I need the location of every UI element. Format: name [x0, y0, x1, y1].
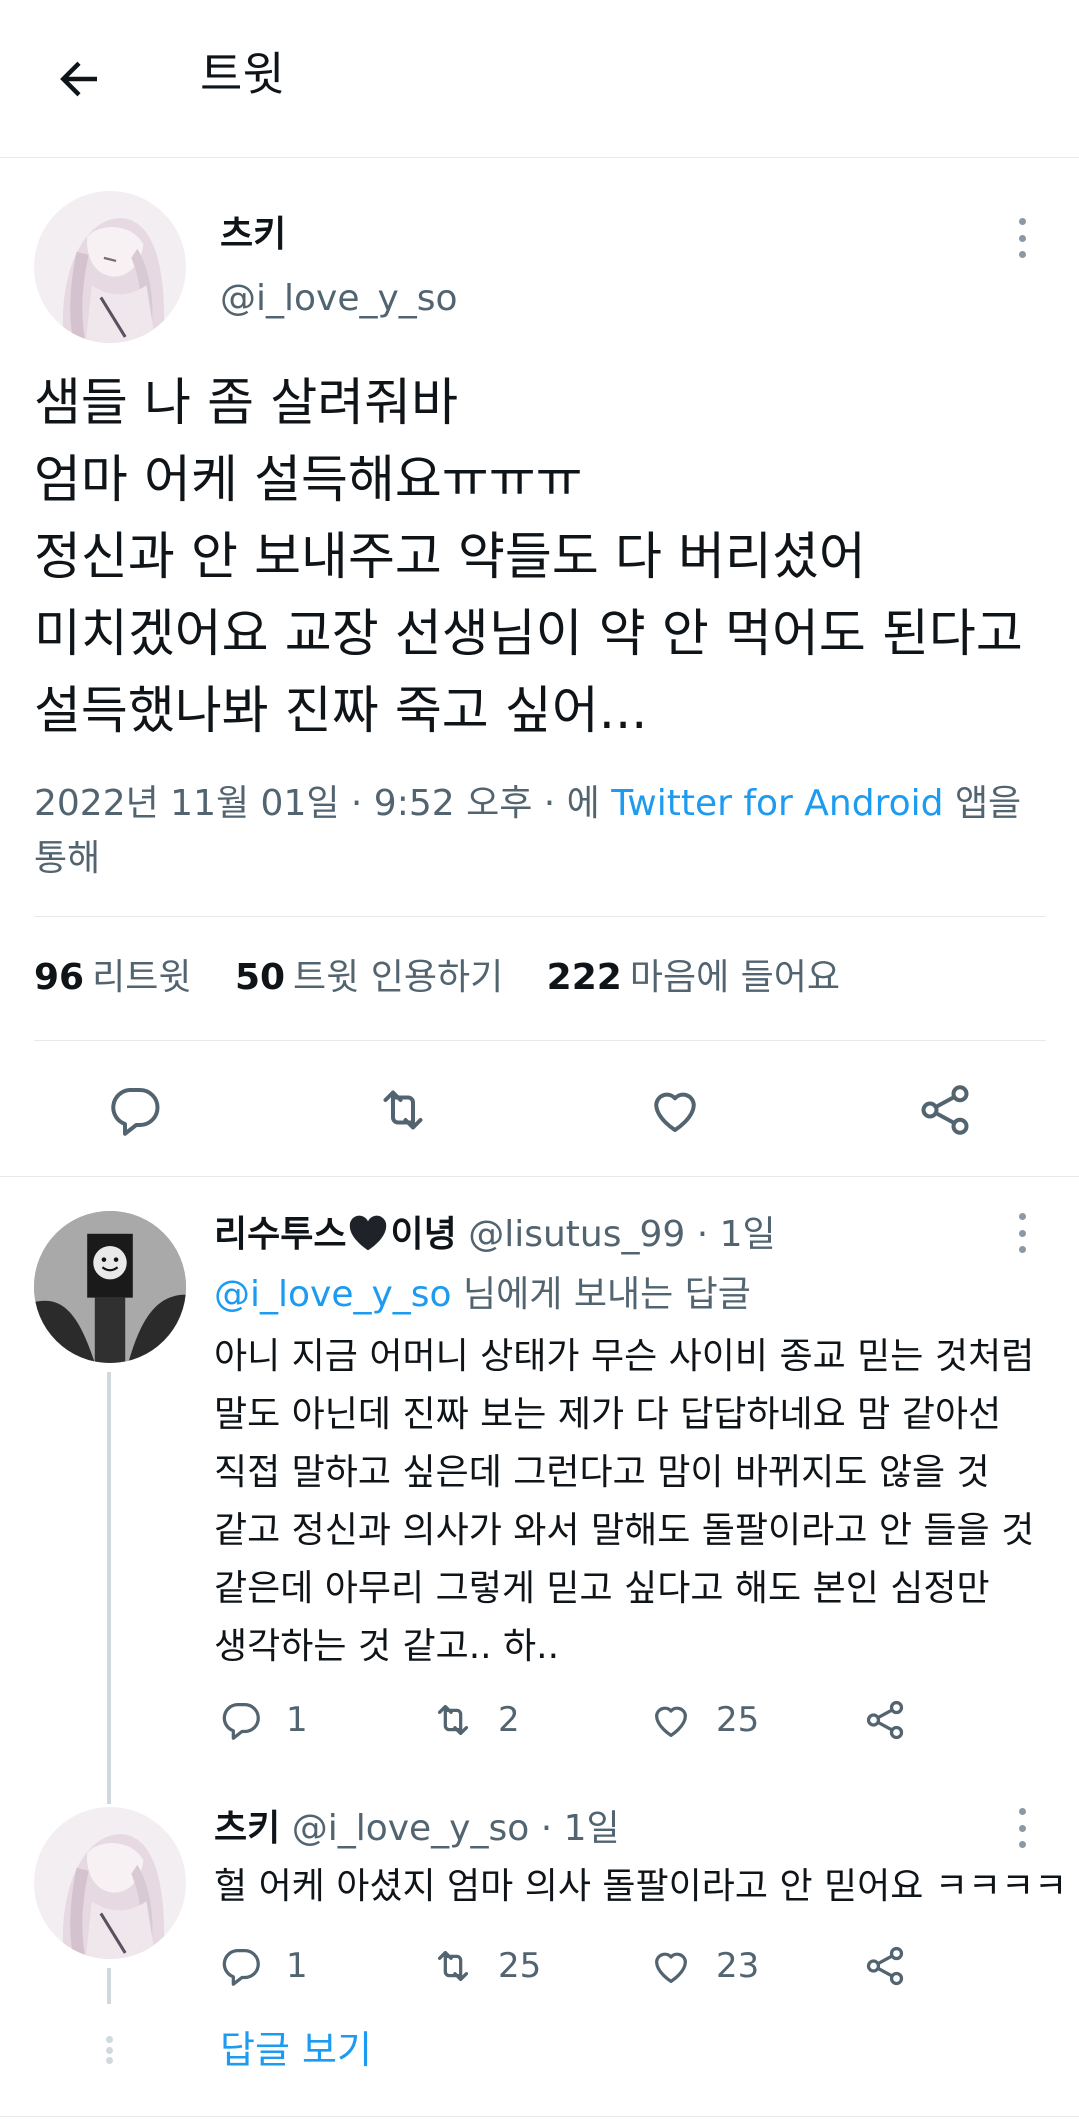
author-avatar[interactable] [34, 191, 186, 343]
reply-line: 같은데 아무리 그렇게 믿고 싶다고 해도 본인 심정만 [214, 1568, 990, 1609]
divider [34, 916, 1046, 917]
reply-header: 리수투스 이녕 @lisutus_99 · 1일 [214, 1210, 776, 1260]
top-bar: 트윗 [0, 0, 1079, 158]
source-suffix-2: 통해 [34, 838, 101, 879]
reply-author-name[interactable]: 츠키 [214, 1808, 280, 1849]
reply-line: 생각하는 것 같고.. 하.. [214, 1626, 560, 1667]
retweet-button[interactable]: 25 [430, 1940, 541, 1992]
share-icon [866, 1946, 904, 1986]
retweet-icon[interactable] [373, 1080, 433, 1140]
more-icon[interactable] [1012, 218, 1032, 258]
reply-line: 헐 어케 아셨지 엄마 의사 돌팔이라고 안 믿어요 ㅋㅋㅋㅋ [214, 1866, 1068, 1907]
reply-text: 헐 어케 아셨지 엄마 의사 돌팔이라고 안 믿어요 ㅋㅋㅋㅋ [214, 1858, 1068, 1916]
tweet-line: 설득했나봐 진짜 죽고 싶어... [34, 682, 648, 741]
retweet-button[interactable]: 2 [430, 1694, 520, 1746]
reply-avatar[interactable] [34, 1807, 186, 1959]
retweet-icon [437, 1704, 469, 1736]
more-icon[interactable] [1012, 1213, 1032, 1253]
reply-line: 아니 지금 어머니 상태가 무슨 사이비 종교 믿는 것처럼 [214, 1336, 1035, 1377]
tweet-stats: 96 리트윗 50 트윗 인용하기 222 마음에 들어요 [34, 950, 872, 1006]
show-replies-link[interactable]: 답글 보기 [220, 2024, 372, 2076]
reply-time: · 1일 [540, 1808, 620, 1849]
thread-dots-icon [99, 2036, 119, 2064]
tweet-line: 샘들 나 좀 살려줘바 [34, 374, 458, 433]
tweet-line: 정신과 안 보내주고 약들도 다 버리셨어 [34, 528, 866, 587]
thread-line [107, 1372, 111, 1804]
timestamp: 2022년 11월 01일 · 9:52 오후 · 에 [34, 783, 600, 824]
reply-author-handle[interactable]: @i_love_y_so [292, 1808, 530, 1849]
replying-to: @i_love_y_so 님에게 보내는 답글 [214, 1270, 751, 1320]
like-icon [654, 1706, 688, 1737]
black-heart-icon [346, 1214, 390, 1252]
source-link[interactable]: Twitter for Android [611, 783, 943, 824]
retweets-label: 리트윗 [92, 957, 192, 998]
reply-button[interactable]: 1 [218, 1694, 308, 1746]
author-handle[interactable]: @i_love_y_so [220, 276, 458, 322]
page-title: 트윗 [200, 47, 285, 101]
reply-line: 같고 정신과 의사가 와서 말해도 돌팔이라고 안 들을 것 [214, 1510, 1035, 1551]
reply-line: 말도 아닌데 진짜 보는 제가 다 답답하네요 맘 같아선 [214, 1394, 1002, 1435]
like-icon[interactable] [645, 1080, 705, 1140]
tweet-text: 샘들 나 좀 살려줘바 엄마 어케 설득해요ㅠㅠㅠ 정신과 안 보내주고 약들도… [34, 365, 1044, 750]
back-arrow-icon[interactable] [52, 52, 106, 106]
like-button[interactable]: 23 [648, 1940, 759, 1992]
retweets-count: 96 [34, 957, 85, 998]
author-name[interactable]: 츠키 [220, 212, 286, 258]
retweet-count: 25 [498, 1946, 542, 1986]
retweet-count: 2 [498, 1700, 520, 1740]
more-icon[interactable] [1012, 1808, 1032, 1848]
reply-count: 1 [286, 1946, 308, 1986]
share-icon[interactable] [915, 1080, 975, 1140]
retweet-icon [437, 1950, 469, 1982]
quotes-stat[interactable]: 50 트윗 인용하기 [235, 957, 503, 998]
share-button[interactable] [862, 1940, 930, 1992]
reply-header: 츠키 @i_love_y_so · 1일 [214, 1804, 620, 1854]
quotes-label: 트윗 인용하기 [293, 957, 504, 998]
reply-count: 1 [286, 1700, 308, 1740]
reply-author-name-suffix[interactable]: 이녕 [390, 1214, 456, 1255]
tweet-line: 미치겠어요 교장 선생님이 약 안 먹어도 된다고 [34, 605, 1023, 664]
reply-button[interactable]: 1 [218, 1940, 308, 1992]
replying-to-handle[interactable]: @i_love_y_so [214, 1274, 452, 1315]
reply-line: 직접 말하고 싶은데 그런다고 맘이 바뀌지도 않을 것 [214, 1452, 990, 1493]
likes-count: 222 [546, 957, 622, 998]
tweet-meta: 2022년 11월 01일 · 9:52 오후 · 에 Twitter for … [34, 776, 1044, 886]
share-button[interactable] [862, 1694, 930, 1746]
thread-line [107, 1968, 111, 2004]
likes-label: 마음에 들어요 [629, 957, 840, 998]
like-count: 25 [716, 1700, 760, 1740]
like-button[interactable]: 25 [648, 1694, 759, 1746]
retweets-stat[interactable]: 96 리트윗 [34, 957, 191, 998]
share-icon [866, 1700, 904, 1740]
quotes-count: 50 [234, 957, 286, 998]
reply-author-name[interactable]: 리수투스 [214, 1214, 346, 1255]
divider [0, 1176, 1079, 1177]
divider [0, 2116, 1079, 2117]
likes-stat[interactable]: 222 마음에 들어요 [547, 957, 840, 998]
reply-avatar[interactable] [34, 1211, 186, 1363]
reply-icon[interactable] [105, 1080, 165, 1140]
reply-icon [222, 1703, 260, 1740]
like-count: 23 [716, 1946, 760, 1986]
source-suffix: 앱을 [954, 783, 1022, 824]
like-icon [654, 1952, 688, 1983]
reply-time: · 1일 [696, 1214, 776, 1255]
divider [34, 1040, 1046, 1041]
replying-to-label: 님에게 보내는 답글 [463, 1274, 751, 1315]
reply-icon [222, 1949, 260, 1986]
reply-author-handle[interactable]: @lisutus_99 [468, 1214, 685, 1255]
tweet-line: 엄마 어케 설득해요ㅠㅠㅠ [34, 451, 583, 510]
reply-text: 아니 지금 어머니 상태가 무슨 사이비 종교 믿는 것처럼 말도 아닌데 진짜… [214, 1328, 1044, 1676]
